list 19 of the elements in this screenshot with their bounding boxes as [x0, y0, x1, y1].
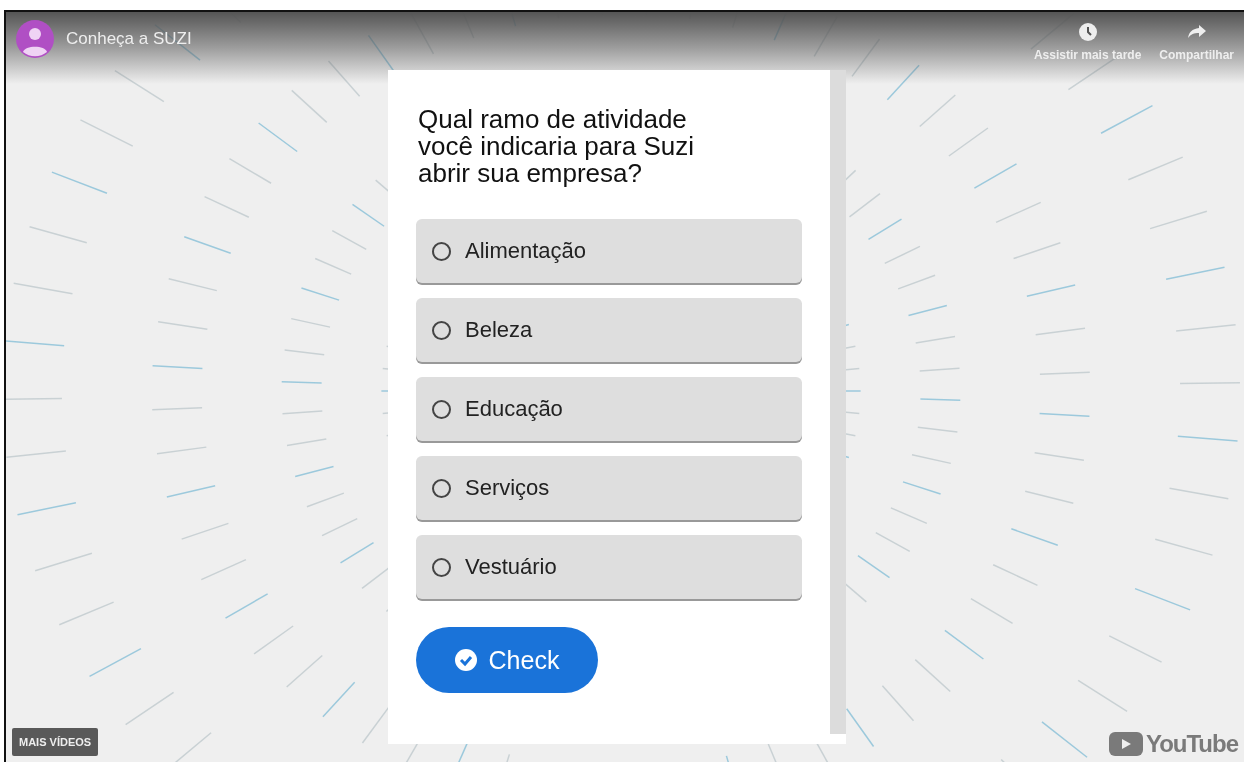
answer-option[interactable]: Serviços	[416, 456, 802, 520]
clock-icon	[1077, 22, 1098, 42]
answer-option[interactable]: Educação	[416, 377, 802, 441]
radio-icon	[432, 399, 451, 419]
question-text: Qual ramo de atividade você indicaria para Suzi abrir sua empresa?	[417, 106, 696, 187]
check-button[interactable]: Check	[416, 627, 598, 693]
logo-text[interactable]: YouTube	[1145, 730, 1238, 758]
answer-option[interactable]: Vestuário	[416, 535, 802, 599]
radio-icon	[432, 557, 451, 577]
radio-icon	[432, 478, 451, 498]
answer-option[interactable]: Alimentação	[416, 219, 802, 283]
more-videos-button[interactable]: MAIS VÍDEOS	[12, 728, 99, 756]
check-circle-icon	[454, 649, 477, 671]
answer-option[interactable]: Beleza	[416, 298, 802, 362]
avatar-icon[interactable]	[16, 20, 54, 58]
radio-icon	[432, 241, 451, 261]
radio-icon	[432, 320, 451, 340]
play-logo-icon	[1108, 732, 1143, 756]
scrollbar[interactable]	[830, 70, 846, 734]
